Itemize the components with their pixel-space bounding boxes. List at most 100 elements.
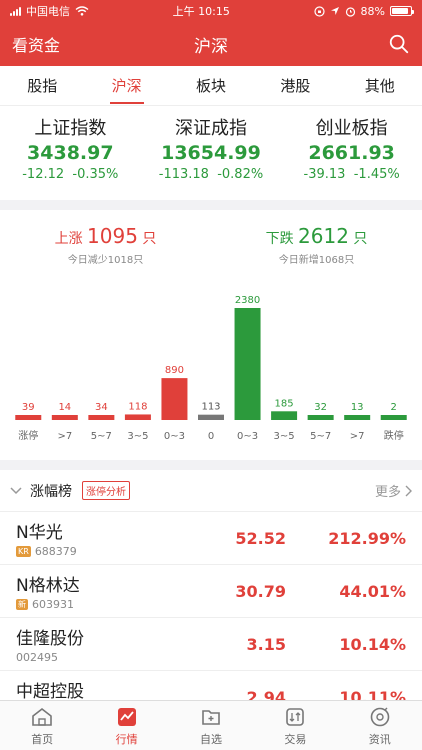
decliners-summary: 下跌 2612 只 今日新增1068只 bbox=[266, 224, 368, 266]
index-card-shenzhen[interactable]: 深证成指 13654.99 -113.18 -0.82% bbox=[141, 114, 280, 182]
stock-change-pct: 44.01% bbox=[339, 581, 406, 601]
stock-name: 佳隆股份 bbox=[16, 629, 84, 649]
bar-value-label: 39 bbox=[22, 402, 35, 413]
distribution-bar bbox=[15, 415, 42, 420]
index-summary: 上证指数 3438.97 -12.12 -0.35% 深证成指 13654.99… bbox=[0, 106, 422, 200]
bar-value-label: 14 bbox=[58, 402, 71, 413]
bar-value-label: 34 bbox=[95, 402, 108, 413]
up-down-distribution[interactable]: 上涨 1095 只 今日减少1018只 下跌 2612 只 今日新增1068只 … bbox=[0, 210, 422, 460]
decliners-count: 2612 bbox=[298, 224, 349, 248]
app-header: 看资金 沪深 bbox=[0, 22, 422, 66]
tab-sectors[interactable]: 板块 bbox=[190, 67, 232, 104]
stock-name: 中超控股 bbox=[16, 682, 84, 702]
index-name: 深证成指 bbox=[174, 118, 247, 139]
bar-category-label: >7 bbox=[57, 431, 72, 442]
top-bar: 中国电信 上午 10:15 88% 看资金 沪深 bbox=[0, 0, 422, 66]
stock-name: N华光 bbox=[16, 523, 63, 543]
nav-label: 行情 bbox=[115, 732, 138, 746]
index-value: 2661.93 bbox=[308, 142, 395, 164]
bar-category-label: 5~7 bbox=[310, 431, 331, 442]
nav-trade[interactable]: 交易 bbox=[253, 705, 337, 747]
index-card-shanghai[interactable]: 上证指数 3438.97 -12.12 -0.35% bbox=[1, 114, 140, 182]
bar-category-label: 0 bbox=[208, 431, 214, 442]
nav-news[interactable]: 资讯 bbox=[338, 705, 422, 747]
decliners-label: 下跌 bbox=[265, 231, 294, 247]
stock-tag: KR bbox=[16, 546, 31, 557]
decliners-unit: 只 bbox=[353, 231, 368, 247]
stock-change-pct: 212.99% bbox=[328, 528, 406, 548]
orientation-lock-icon bbox=[313, 5, 325, 17]
bar-value-label: 890 bbox=[165, 365, 184, 376]
section-divider bbox=[0, 200, 422, 210]
bar-value-label: 113 bbox=[201, 402, 220, 413]
nav-label: 交易 bbox=[284, 732, 307, 746]
more-link[interactable]: 更多 bbox=[375, 481, 412, 500]
advancers-delta: 今日减少1018只 bbox=[67, 255, 144, 266]
stock-name: N格林达 bbox=[16, 576, 80, 596]
nav-market[interactable]: 行情 bbox=[84, 705, 168, 747]
index-value: 3438.97 bbox=[27, 142, 114, 164]
index-change: -39.13 bbox=[303, 167, 346, 182]
more-label: 更多 bbox=[374, 485, 401, 500]
distribution-bar-chart: 39 涨停 14 >7 34 5~7 118 3~5 890 0~3 113 0 2380 0~3 185 3… bbox=[15, 295, 407, 442]
ranking-header[interactable]: 涨幅榜 涨停分析 更多 bbox=[0, 470, 422, 512]
distribution-bar bbox=[271, 411, 298, 420]
bar-category-label: 涨停 bbox=[18, 429, 38, 442]
bar-category-label: 3~5 bbox=[274, 431, 295, 442]
watchlist-icon bbox=[202, 709, 220, 725]
bar-category-label: 0~3 bbox=[237, 431, 258, 442]
chevron-down-icon[interactable] bbox=[10, 486, 22, 495]
distribution-bar bbox=[161, 378, 188, 420]
section-divider bbox=[0, 460, 422, 470]
nav-label: 首页 bbox=[31, 732, 54, 746]
advancers-count: 1095 bbox=[87, 224, 138, 248]
table-row[interactable]: N格林达 新 603931 30.79 44.01% bbox=[0, 565, 422, 618]
tab-hong-kong[interactable]: 港股 bbox=[274, 67, 316, 104]
bar-value-label: 32 bbox=[314, 402, 327, 413]
advancers-unit: 只 bbox=[142, 231, 157, 247]
stock-tag: 新 bbox=[16, 599, 28, 610]
nav-watchlist[interactable]: 自选 bbox=[169, 705, 253, 747]
index-card-chinext[interactable]: 创业板指 2661.93 -39.13 -1.45% bbox=[282, 114, 421, 182]
home-icon bbox=[32, 707, 52, 726]
gainers-ranking: 涨幅榜 涨停分析 更多 N华光 KR 688379 52.52 212.99% N… bbox=[0, 470, 422, 724]
tab-index[interactable]: 股指 bbox=[21, 67, 63, 104]
bar-value-label: 2 bbox=[391, 402, 397, 413]
capital-flow-link[interactable]: 看资金 bbox=[12, 32, 60, 56]
index-change-pct: -0.82% bbox=[217, 167, 264, 182]
table-row[interactable]: 佳隆股份 002495 3.15 10.14% bbox=[0, 618, 422, 671]
index-change-pct: -1.45% bbox=[353, 167, 400, 182]
location-icon bbox=[330, 7, 339, 15]
tab-shanghai-shenzhen[interactable]: 沪深 bbox=[106, 67, 148, 104]
bar-value-label: 13 bbox=[351, 402, 364, 413]
stock-price: 30.79 bbox=[235, 581, 286, 601]
nav-label: 自选 bbox=[199, 732, 222, 746]
bar-category-label: 5~7 bbox=[91, 431, 112, 442]
chevron-right-icon bbox=[405, 485, 412, 496]
market-chart-icon bbox=[117, 707, 136, 726]
stock-code: 002495 bbox=[16, 651, 58, 664]
index-value: 13654.99 bbox=[161, 142, 261, 164]
carrier-label: 中国电信 bbox=[26, 5, 70, 18]
stock-change-pct: 10.14% bbox=[339, 634, 406, 654]
index-change-pct: -0.35% bbox=[72, 167, 119, 182]
nav-home[interactable]: 首页 bbox=[0, 705, 84, 747]
stock-code: 603931 bbox=[32, 598, 74, 611]
alarm-icon bbox=[345, 6, 355, 17]
table-row[interactable]: N华光 KR 688379 52.52 212.99% bbox=[0, 512, 422, 565]
distribution-bar bbox=[344, 415, 371, 420]
search-icon[interactable] bbox=[388, 33, 410, 55]
bar-category-label: 3~5 bbox=[127, 431, 148, 442]
advancers-label: 上涨 bbox=[54, 231, 83, 247]
trade-icon bbox=[286, 707, 305, 726]
bar-value-label: 185 bbox=[275, 398, 294, 409]
ranking-title: 涨幅榜 bbox=[30, 483, 72, 500]
tab-others[interactable]: 其他 bbox=[359, 67, 401, 104]
index-name: 上证指数 bbox=[34, 118, 107, 139]
limit-up-analysis-button[interactable]: 涨停分析 bbox=[82, 481, 130, 500]
stock-price: 52.52 bbox=[235, 528, 286, 548]
index-change: -12.12 bbox=[22, 167, 65, 182]
distribution-bar bbox=[380, 415, 407, 420]
nav-label: 资讯 bbox=[368, 732, 391, 746]
bar-category-label: >7 bbox=[350, 431, 365, 442]
